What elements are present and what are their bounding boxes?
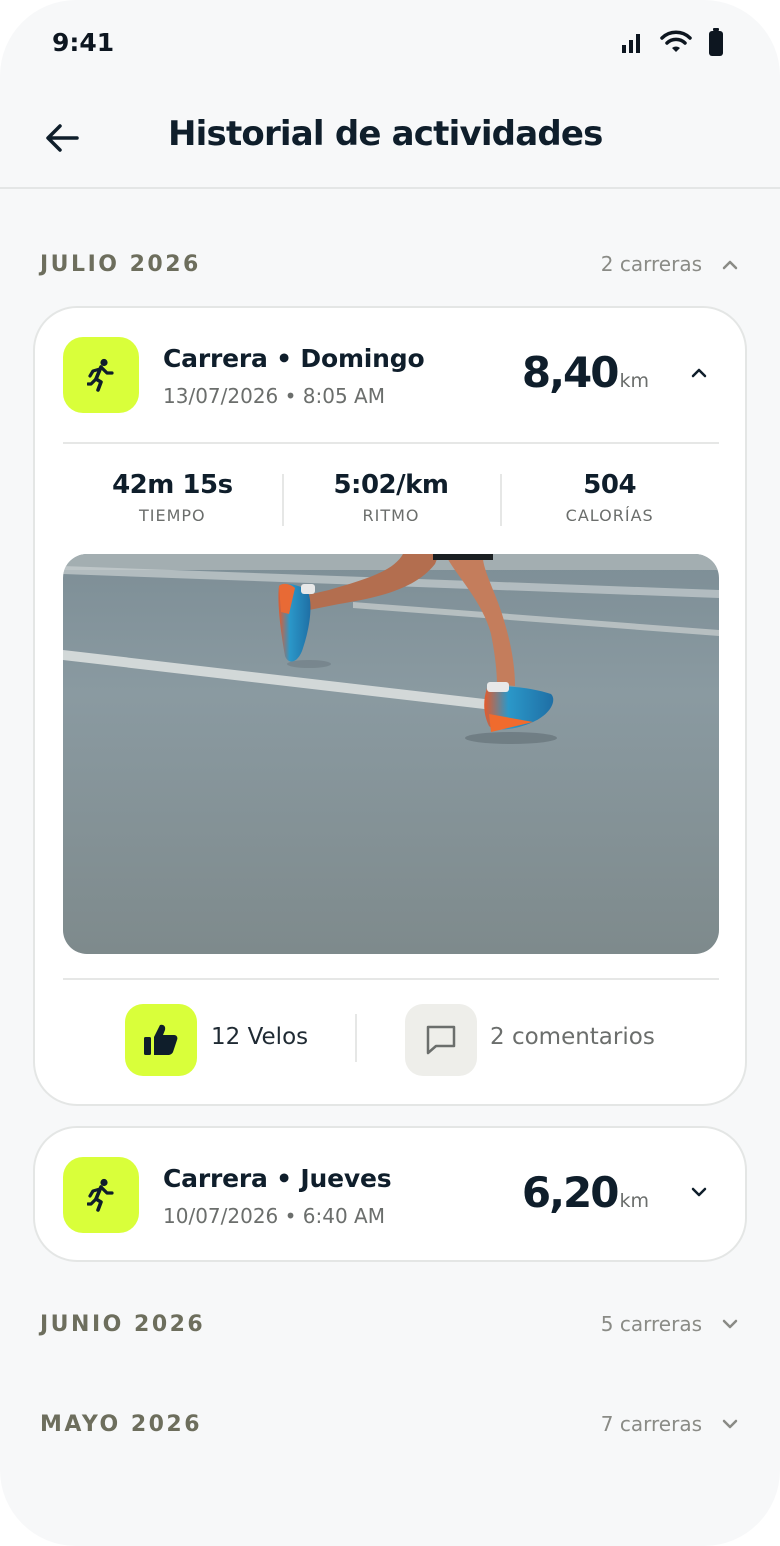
stat-label: RITMO	[362, 506, 420, 525]
chevron-up-icon[interactable]	[720, 254, 740, 274]
stat-pace: 5:02/km RITMO	[281, 470, 501, 532]
activity-title: Carrera • Domingo	[163, 344, 425, 373]
like-button[interactable]	[125, 1004, 197, 1076]
likes-count[interactable]: 12 Velos	[211, 1024, 308, 1050]
stat-value: 5:02/km	[333, 470, 449, 500]
month-header-may[interactable]: MAYO 2026 7 carreras	[40, 1404, 740, 1444]
chevron-up-icon	[691, 368, 707, 378]
month-title: JUNIO 2026	[40, 1311, 206, 1337]
comments-count[interactable]: 2 comentarios	[490, 1024, 655, 1050]
chevron-down-icon[interactable]	[720, 1414, 740, 1434]
runner-icon	[87, 1178, 114, 1212]
distance-unit: km	[619, 370, 649, 392]
stat-value: 42m 15s	[112, 470, 233, 500]
back-button[interactable]	[36, 114, 88, 162]
back-arrow-icon	[46, 124, 79, 152]
activity-type-badge	[63, 337, 139, 413]
distance-value: 8,40	[521, 348, 620, 397]
month-header-june[interactable]: JUNIO 2026 5 carreras	[40, 1304, 740, 1344]
app-header: Historial de actividades	[0, 88, 780, 189]
stat-label: CALORÍAS	[565, 506, 654, 525]
battery-icon	[709, 28, 723, 56]
month-run-count: 7 carreras	[600, 1412, 702, 1436]
activity-actions: 12 Velos 2 comentarios	[35, 1004, 749, 1076]
month-title: MAYO 2026	[40, 1411, 203, 1437]
month-run-count: 5 carreras	[600, 1312, 702, 1336]
comment-button[interactable]	[405, 1004, 477, 1076]
stat-time: 42m 15s TIEMPO	[63, 470, 282, 532]
month-header-july[interactable]: JULIO 2026 2 carreras	[40, 244, 740, 284]
wifi-icon	[660, 30, 692, 52]
collapse-button[interactable]	[687, 360, 711, 384]
stat-label: TIEMPO	[139, 506, 206, 525]
divider	[63, 442, 719, 444]
month-title: JULIO 2026	[40, 251, 201, 277]
page-title: Historial de actividades	[168, 114, 603, 154]
stat-calories: 504 CALORÍAS	[500, 470, 719, 532]
chevron-down-icon	[691, 1187, 707, 1197]
activity-photo[interactable]	[63, 554, 719, 954]
activity-distance: 8,40 km	[522, 348, 649, 397]
stat-value: 504	[583, 470, 637, 500]
month-run-count: 2 carreras	[600, 252, 702, 276]
activity-card-collapsed[interactable]: Carrera • Jueves 10/07/2026 • 6:40 AM 6,…	[33, 1126, 747, 1262]
actions-separator	[355, 1014, 357, 1062]
divider	[63, 978, 719, 980]
chevron-down-icon[interactable]	[720, 1314, 740, 1334]
activity-stats: 42m 15s TIEMPO 5:02/km RITMO 504 CALORÍA…	[63, 470, 719, 532]
activity-type-badge	[63, 1157, 139, 1233]
comment-icon	[426, 1025, 456, 1055]
runner-icon	[87, 358, 114, 392]
signal-icon	[622, 34, 640, 53]
activity-date: 13/07/2026 • 8:05 AM	[163, 384, 385, 408]
distance-unit: km	[619, 1190, 649, 1212]
expand-button[interactable]	[687, 1180, 711, 1204]
phone-screen: 9:41 Historial de actividades JULIO 2026	[0, 0, 780, 1546]
activity-date: 10/07/2026 • 6:40 AM	[163, 1204, 385, 1228]
distance-value: 6,20	[521, 1168, 620, 1217]
activity-title: Carrera • Jueves	[163, 1164, 392, 1193]
activity-distance: 6,20 km	[522, 1168, 649, 1217]
status-icons	[620, 28, 724, 56]
activity-card-expanded[interactable]: Carrera • Domingo 13/07/2026 • 8:05 AM 8…	[33, 306, 747, 1106]
status-time: 9:41	[52, 28, 115, 57]
thumbs-up-icon	[144, 1024, 178, 1055]
